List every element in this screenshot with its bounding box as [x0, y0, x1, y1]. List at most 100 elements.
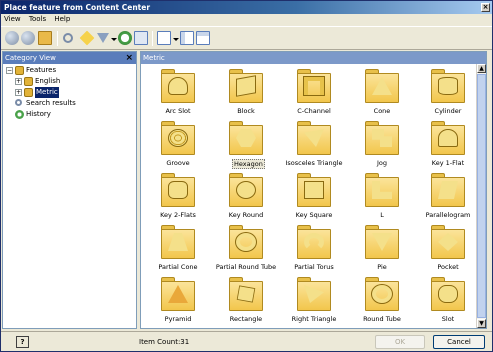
- folder-icon: [161, 69, 195, 103]
- feature-item[interactable]: Round Tube: [348, 275, 416, 327]
- c-channel-icon: [303, 76, 325, 96]
- vertical-scrollbar[interactable]: ▲ ▼: [476, 64, 486, 328]
- feature-item[interactable]: C-Channel: [280, 67, 348, 119]
- feature-item[interactable]: Cylinder: [414, 67, 482, 119]
- feature-item[interactable]: Jog: [348, 119, 416, 171]
- menu-view[interactable]: View: [1, 14, 24, 25]
- folder-icon: [431, 69, 465, 103]
- folder-icon: [229, 121, 263, 155]
- key-2-flats-icon: [168, 181, 188, 199]
- round-tube-icon: [371, 284, 393, 304]
- content-center-dialog: Place feature from Content Center × View…: [0, 0, 493, 352]
- filter-icon[interactable]: [97, 33, 109, 43]
- window-title: Place feature from Content Center: [4, 3, 151, 12]
- tree-item-search-results[interactable]: Search results: [3, 98, 136, 109]
- feature-item[interactable]: Parallelogram: [414, 171, 482, 223]
- feature-item[interactable]: Right Triangle: [280, 275, 348, 327]
- folder-icon: [297, 277, 331, 311]
- feature-item[interactable]: Key Square: [280, 171, 348, 223]
- tree-item-label: Metric: [35, 87, 59, 98]
- feature-item[interactable]: Rectangle: [212, 275, 280, 327]
- feature-item[interactable]: Cone: [348, 67, 416, 119]
- features-icon: [24, 88, 33, 97]
- menu-help[interactable]: Help: [51, 14, 73, 25]
- feature-item[interactable]: Partial Cone: [144, 223, 212, 275]
- folder-icon: [365, 69, 399, 103]
- feature-item[interactable]: Key 1-Flat: [414, 119, 482, 171]
- feature-item[interactable]: Block: [212, 67, 280, 119]
- collapse-icon[interactable]: −: [6, 67, 13, 74]
- history-icon: [15, 110, 24, 119]
- back-icon[interactable]: [5, 31, 19, 45]
- feature-item[interactable]: Partial Torus: [280, 223, 348, 275]
- dropdown-arrow-icon[interactable]: [173, 38, 179, 41]
- feature-item[interactable]: Partial Round Tube: [212, 223, 280, 275]
- category-view-title: Category View: [5, 54, 56, 62]
- properties-icon[interactable]: [134, 31, 148, 45]
- table-view-icon[interactable]: [196, 31, 210, 45]
- folder-icon: [365, 277, 399, 311]
- tree-item-english[interactable]: + English: [3, 76, 136, 87]
- folder-icon: [229, 69, 263, 103]
- favorites-icon[interactable]: [79, 30, 95, 46]
- search-icon[interactable]: [63, 33, 73, 43]
- feature-item[interactable]: Slot: [414, 275, 482, 327]
- tree-item-features[interactable]: − Features: [3, 65, 136, 76]
- ok-button[interactable]: OK: [375, 335, 425, 349]
- folder-icon: [161, 173, 195, 207]
- key-round-icon: [236, 181, 256, 199]
- views-icon[interactable]: [157, 31, 171, 45]
- folder-icon: [229, 173, 263, 207]
- refresh-icon[interactable]: [118, 31, 132, 45]
- up-folder-icon[interactable]: [38, 31, 52, 45]
- toolbar-separator: [152, 31, 153, 46]
- search-icon: [15, 99, 22, 106]
- feature-item[interactable]: Pocket: [414, 223, 482, 275]
- feature-item[interactable]: Isosceles Triangle: [280, 119, 348, 171]
- expand-icon[interactable]: +: [15, 89, 22, 96]
- expand-icon[interactable]: +: [15, 78, 22, 85]
- feature-item[interactable]: Key 2-Flats: [144, 171, 212, 223]
- folder-icon: [431, 225, 465, 259]
- rectangle-icon: [236, 285, 256, 303]
- folder-icon: [161, 277, 195, 311]
- folder-icon: [161, 121, 195, 155]
- folder-icon: [297, 121, 331, 155]
- dropdown-arrow-icon[interactable]: [111, 38, 117, 41]
- tree-item-history[interactable]: History: [3, 109, 136, 120]
- close-icon[interactable]: ×: [481, 3, 490, 12]
- folder-icon: [297, 69, 331, 103]
- forward-icon[interactable]: [21, 31, 35, 45]
- feature-item[interactable]: Pie: [348, 223, 416, 275]
- tree-item-metric[interactable]: + Metric: [3, 87, 136, 98]
- feature-item[interactable]: Pyramid: [144, 275, 212, 327]
- close-pane-icon[interactable]: ×: [125, 52, 133, 64]
- item-view-title: Metric: [143, 54, 165, 62]
- menu-tools[interactable]: Tools: [26, 14, 49, 25]
- scroll-down-icon[interactable]: ▼: [477, 319, 486, 328]
- groove-icon: [168, 129, 188, 147]
- scroll-up-icon[interactable]: ▲: [477, 64, 486, 73]
- toolbar-separator: [57, 31, 58, 46]
- feature-item[interactable]: Hexagon: [212, 119, 280, 171]
- scroll-thumb[interactable]: [477, 74, 486, 318]
- partial-torus-icon: [304, 233, 324, 251]
- tree-view-icon[interactable]: [180, 31, 194, 45]
- feature-item[interactable]: Groove: [144, 119, 212, 171]
- cancel-button[interactable]: Cancel: [433, 335, 485, 349]
- folder-icon: [365, 121, 399, 155]
- feature-item[interactable]: Arc Slot: [144, 67, 212, 119]
- title-bar: Place feature from Content Center ×: [1, 1, 492, 14]
- feature-item[interactable]: L: [348, 171, 416, 223]
- tree-item-label: Features: [26, 66, 57, 74]
- features-icon: [15, 66, 24, 75]
- arc-slot-icon: [168, 77, 188, 95]
- folder-icon: [297, 173, 331, 207]
- category-tree: − Features + English + Metric Search res…: [3, 64, 136, 120]
- feature-item[interactable]: Key Round: [212, 171, 280, 223]
- folder-icon: [365, 225, 399, 259]
- category-view-pane: Category View × − Features + English + M…: [2, 51, 137, 329]
- category-view-header: Category View ×: [3, 52, 136, 64]
- help-button[interactable]: ?: [16, 336, 29, 348]
- key-square-icon: [304, 181, 324, 199]
